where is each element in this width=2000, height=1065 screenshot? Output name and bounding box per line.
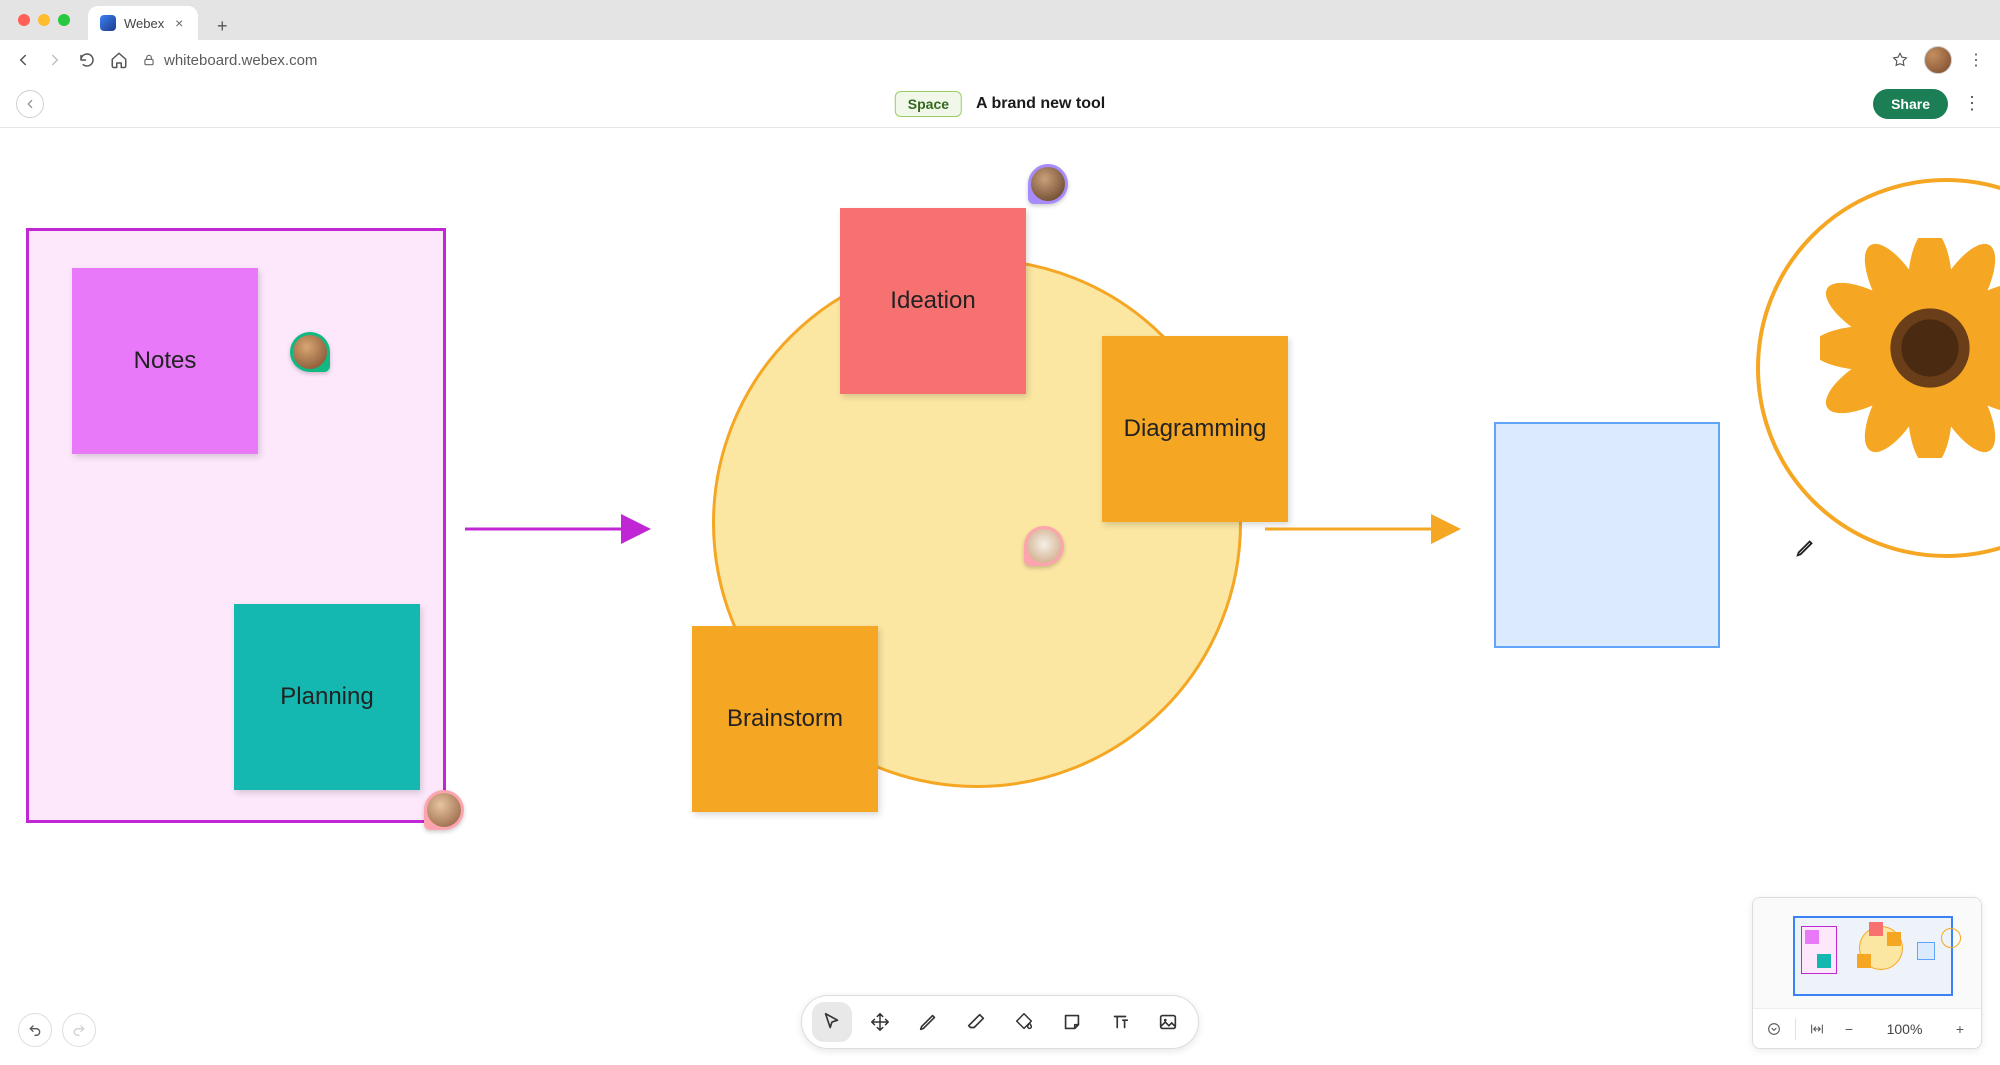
document-title[interactable]: A brand new tool bbox=[976, 95, 1105, 113]
undo-button[interactable] bbox=[18, 1013, 52, 1047]
new-tab-button[interactable]: + bbox=[208, 12, 236, 40]
sticky-label: Notes bbox=[134, 347, 197, 375]
back-icon[interactable] bbox=[14, 51, 32, 69]
sticky-diagramming[interactable]: Diagramming bbox=[1102, 336, 1288, 522]
tool-move[interactable] bbox=[860, 1002, 900, 1042]
tab-bar: Webex × + bbox=[0, 0, 2000, 40]
sticky-planning[interactable]: Planning bbox=[234, 604, 420, 790]
arrow-purple[interactable] bbox=[460, 514, 660, 544]
zoom-bar: − 100% + bbox=[1753, 1008, 1981, 1048]
reload-icon[interactable] bbox=[78, 51, 96, 69]
tool-fill[interactable] bbox=[1004, 1002, 1044, 1042]
maximize-window-icon[interactable] bbox=[58, 14, 70, 26]
browser-menu-icon[interactable]: ⋮ bbox=[1966, 50, 1986, 70]
rectangle-blue[interactable] bbox=[1494, 422, 1720, 648]
collaborator-cursor-green bbox=[290, 332, 330, 372]
tool-sticky[interactable] bbox=[1052, 1002, 1092, 1042]
forward-icon bbox=[46, 51, 64, 69]
sticky-brainstorm[interactable]: Brainstorm bbox=[692, 626, 878, 812]
browser-tab[interactable]: Webex × bbox=[88, 6, 198, 40]
sticky-label: Brainstorm bbox=[727, 705, 843, 733]
browser-chrome: Webex × + whiteboard.webex.com ⋮ bbox=[0, 0, 2000, 80]
undo-redo-dock bbox=[18, 1013, 96, 1047]
minimap-panel: − 100% + bbox=[1752, 897, 1982, 1049]
header-center: Space A brand new tool bbox=[895, 91, 1105, 117]
zoom-value[interactable]: 100% bbox=[1870, 1021, 1939, 1037]
minimize-window-icon[interactable] bbox=[38, 14, 50, 26]
sticky-label: Planning bbox=[280, 683, 373, 711]
tool-eraser[interactable] bbox=[956, 1002, 996, 1042]
tool-pen[interactable] bbox=[908, 1002, 948, 1042]
url-text: whiteboard.webex.com bbox=[164, 52, 317, 69]
pencil-cursor-icon bbox=[1795, 536, 1817, 558]
close-window-icon[interactable] bbox=[18, 14, 30, 26]
arrow-orange[interactable] bbox=[1260, 514, 1470, 544]
tool-image[interactable] bbox=[1148, 1002, 1188, 1042]
tool-select[interactable] bbox=[812, 1002, 852, 1042]
fit-width-icon[interactable] bbox=[1806, 1018, 1828, 1040]
share-button[interactable]: Share bbox=[1873, 89, 1948, 119]
tool-text[interactable] bbox=[1100, 1002, 1140, 1042]
address-bar: whiteboard.webex.com ⋮ bbox=[0, 40, 2000, 80]
close-tab-icon[interactable]: × bbox=[172, 16, 186, 30]
sticky-ideation[interactable]: Ideation bbox=[840, 208, 1026, 394]
collaborator-cursor-pink-person bbox=[424, 790, 464, 830]
zoom-out-button[interactable]: − bbox=[1838, 1018, 1860, 1040]
sticky-label: Ideation bbox=[890, 287, 975, 315]
app-header: Space A brand new tool Share ⋮ bbox=[0, 80, 2000, 128]
app-back-button[interactable] bbox=[16, 90, 44, 118]
collaborator-cursor-pink-dog bbox=[1024, 526, 1064, 566]
tab-title: Webex bbox=[124, 16, 164, 31]
minimap[interactable] bbox=[1753, 898, 1981, 1008]
more-options-icon[interactable]: ⋮ bbox=[1960, 92, 1984, 116]
profile-avatar[interactable] bbox=[1924, 46, 1952, 74]
url-display[interactable]: whiteboard.webex.com bbox=[142, 52, 1876, 69]
home-icon[interactable] bbox=[110, 51, 128, 69]
webex-favicon-icon bbox=[100, 15, 116, 31]
zoom-in-button[interactable]: + bbox=[1949, 1018, 1971, 1040]
space-chip[interactable]: Space bbox=[895, 91, 962, 117]
star-icon[interactable] bbox=[1890, 50, 1910, 70]
sticky-label: Diagramming bbox=[1124, 415, 1267, 443]
whiteboard-canvas[interactable]: Notes Planning Ideation Diagramming Brai… bbox=[0, 128, 2000, 1065]
sticky-notes[interactable]: Notes bbox=[72, 268, 258, 454]
collaborator-cursor-purple bbox=[1028, 164, 1068, 204]
lock-icon bbox=[142, 53, 156, 67]
redo-button bbox=[62, 1013, 96, 1047]
zoom-menu-icon[interactable] bbox=[1763, 1018, 1785, 1040]
sunflower-image[interactable] bbox=[1820, 238, 2000, 458]
window-controls[interactable] bbox=[12, 0, 74, 40]
tool-dock bbox=[801, 995, 1199, 1049]
